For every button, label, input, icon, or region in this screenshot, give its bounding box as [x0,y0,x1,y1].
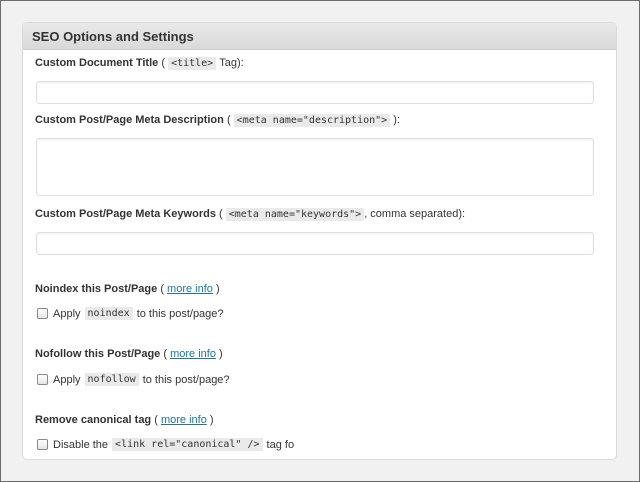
paren-open: ( [219,208,223,220]
noindex-code: noindex [84,307,133,320]
checkbox-suffix: tag fo [266,438,295,451]
paren-open: ( [226,114,231,126]
noindex-label: Noindex this Post/Page ( more info ) [35,283,220,295]
nofollow-code: nofollow [84,373,139,386]
paren-open: ( [163,348,168,360]
paren-close: ) [209,414,214,426]
noindex-label-text: Noindex this Post/Page [35,283,158,295]
canonical-label-text: Remove canonical tag [35,414,152,426]
paren-open: ( [161,57,165,69]
paren-open: ( [160,283,164,295]
canonical-checkbox[interactable] [37,439,48,450]
meta-keywords-code: <meta name="keywords"> [225,208,365,221]
canonical-checkbox-row[interactable]: Disable the <link rel="canonical" /> tag… [37,438,294,451]
paren-close: ) [215,283,220,295]
nofollow-more-info-link[interactable]: more info [170,348,216,360]
meta-description-label-text: Custom Post/Page Meta Description [35,114,224,126]
meta-description-code: <meta name="description"> [233,114,391,127]
label-suffix: , comma separated): [364,208,466,220]
checkbox-prefix: Apply [53,307,81,320]
meta-description-textarea[interactable] [36,138,594,196]
canonical-more-info-link[interactable]: more info [161,414,207,426]
meta-keywords-label: Custom Post/Page Meta Keywords ( <meta n… [35,208,466,221]
noindex-more-info-link[interactable]: more info [167,283,213,295]
checkbox-prefix: Disable the [53,438,109,451]
canonical-code: <link rel="canonical" /> [112,438,263,451]
custom-title-input[interactable] [36,81,594,104]
paren-close: ) [219,348,223,360]
nofollow-checkbox[interactable] [37,374,48,385]
label-suffix: Tag): [219,57,244,69]
nofollow-checkbox-row[interactable]: Apply nofollow to this post/page? [37,373,230,386]
label-suffix: ): [393,114,400,126]
paren-open: ( [154,414,158,426]
checkbox-suffix: to this post/page? [142,373,230,386]
checkbox-suffix: to this post/page? [136,307,224,320]
noindex-checkbox[interactable] [37,308,48,319]
custom-title-label: Custom Document Title ( <title> Tag): [35,57,244,70]
title-tag-code: <title> [168,57,217,70]
checkbox-prefix: Apply [53,373,81,386]
canonical-label: Remove canonical tag ( more info ) [35,414,214,426]
noindex-checkbox-row[interactable]: Apply noindex to this post/page? [37,307,224,320]
meta-description-label: Custom Post/Page Meta Description ( <met… [35,114,400,127]
custom-title-label-text: Custom Document Title [35,57,159,69]
nofollow-label: Nofollow this Post/Page ( more info ) [35,348,223,360]
meta-keywords-input[interactable] [36,232,594,255]
seo-options-panel: SEO Options and Settings Custom Document… [22,22,617,460]
meta-keywords-label-text: Custom Post/Page Meta Keywords [35,208,216,220]
nofollow-label-text: Nofollow this Post/Page [35,348,161,360]
panel-title: SEO Options and Settings [23,23,616,50]
